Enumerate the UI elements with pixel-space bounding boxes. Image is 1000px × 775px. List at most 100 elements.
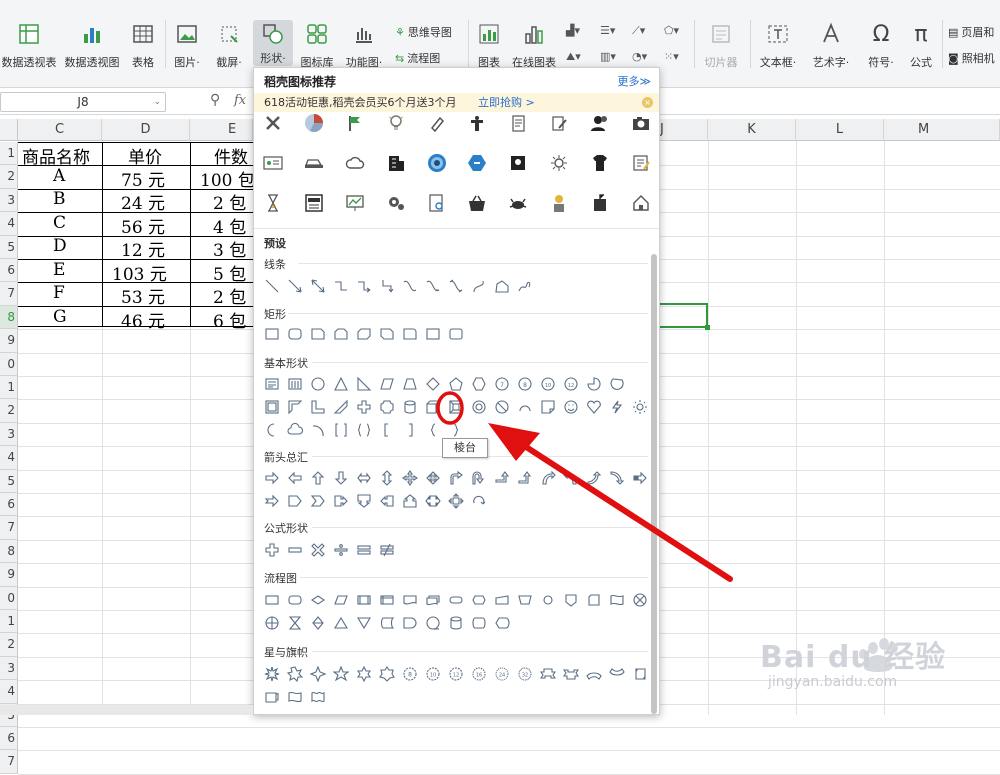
wordart-button[interactable]: 艺术字· (808, 0, 854, 70)
shape-uarrow-icon[interactable] (308, 468, 328, 488)
zoom-icon[interactable]: ⚲ (210, 92, 220, 108)
shape-elbow-icon[interactable] (331, 276, 351, 296)
shape-mnotequal-icon[interactable] (377, 540, 397, 560)
hourglass-icon[interactable] (262, 192, 284, 214)
id-card-icon[interactable] (262, 152, 284, 174)
shape-donut-icon[interactable] (469, 397, 489, 417)
shape-lrudarrow-icon[interactable] (423, 468, 443, 488)
shape-rect-icon[interactable] (262, 324, 282, 344)
flowchart-button[interactable]: ⇆ 流程图 (395, 50, 440, 66)
shape-snip2-icon[interactable] (331, 324, 351, 344)
shape-snipd-icon[interactable] (354, 324, 374, 344)
shape-doublebracket-icon[interactable] (331, 420, 351, 440)
shape-diagstripe-icon[interactable] (331, 397, 351, 417)
row-header[interactable]: 5 (0, 235, 18, 259)
shape-fdata-icon[interactable] (331, 590, 351, 610)
shape-darrow-icon[interactable] (331, 468, 351, 488)
shape-ellipse-icon[interactable] (308, 374, 328, 394)
shape-roundcorner-icon[interactable] (400, 324, 420, 344)
row-header[interactable]: 6 (0, 259, 18, 283)
shape-freeform-shape-icon[interactable] (492, 276, 512, 296)
shape-for-icon[interactable] (262, 613, 282, 633)
crab-icon[interactable] (507, 192, 529, 214)
shape-fdoc-icon[interactable] (400, 590, 420, 610)
more-link[interactable]: 更多≫ (617, 73, 651, 89)
document-search-icon[interactable] (426, 192, 448, 214)
target-icon[interactable] (426, 152, 448, 174)
shape-fseqaccess-icon[interactable] (423, 613, 443, 633)
shape-udarrow-icon[interactable] (377, 468, 397, 488)
shape-rightbracket-icon[interactable] (400, 420, 420, 440)
row-header[interactable]: 4 (0, 680, 18, 704)
shape-lrcallout-icon[interactable] (423, 491, 443, 511)
promo-link[interactable]: 立即抢购 > (478, 96, 535, 109)
symbol-button[interactable]: Ω 符号· (862, 0, 900, 70)
pivot-chart-button[interactable]: 数据透视图 (63, 0, 121, 70)
shape-elbow-arrow-icon[interactable] (354, 276, 374, 296)
shape-star5-icon[interactable] (331, 664, 351, 684)
shape-cloud-icon[interactable] (285, 420, 305, 440)
lightbulb-icon[interactable] (385, 112, 407, 134)
shape-burst2-icon[interactable] (285, 664, 305, 684)
shape-fmanual-icon[interactable] (492, 590, 512, 610)
row-header[interactable]: 1 (0, 142, 18, 166)
online-chart-button[interactable]: 在线图表 (510, 0, 558, 70)
textbox-button[interactable]: 文本框· (756, 0, 800, 70)
shape-bentarrow-icon[interactable] (446, 468, 466, 488)
shape-trapezoid-icon[interactable] (400, 374, 420, 394)
shape-fprocess-icon[interactable] (262, 590, 282, 610)
shape-line-double-arrow-icon[interactable] (308, 276, 328, 296)
shape-fprep-icon[interactable] (469, 590, 489, 610)
column-header-e[interactable]: E (190, 119, 253, 141)
shape-lshape-icon[interactable] (308, 397, 328, 417)
shape-curve-double-icon[interactable] (446, 276, 466, 296)
sun-gear-icon[interactable] (548, 152, 570, 174)
shape-star7-icon[interactable] (377, 664, 397, 684)
shape-fpunched-icon[interactable] (607, 590, 627, 610)
shape-ellribbonup-icon[interactable] (584, 664, 604, 684)
row-header[interactable]: 7 (0, 282, 18, 306)
function-chart-button[interactable]: 功能图· (342, 0, 386, 70)
fx-label[interactable]: fx (234, 93, 246, 108)
row-header[interactable]: 0 (0, 586, 18, 610)
column-header-c[interactable]: C (18, 119, 102, 141)
shape-fdecision-icon[interactable] (308, 590, 328, 610)
picture-button[interactable]: 图片· (170, 0, 204, 70)
shape-wave-icon[interactable] (285, 687, 305, 707)
row-header[interactable]: 2 (0, 165, 18, 189)
slicer-button[interactable]: 切片器 (700, 0, 742, 70)
shape-snip1-icon[interactable] (308, 324, 328, 344)
flag-icon[interactable] (344, 112, 366, 134)
shape-star4-icon[interactable] (308, 664, 328, 684)
shape-lcallout-icon[interactable] (377, 491, 397, 511)
icon-library-button[interactable]: 图标库 (299, 0, 335, 70)
shape-pie-icon[interactable] (584, 374, 604, 394)
shape-hscroll-icon[interactable] (262, 687, 282, 707)
shape-star10-icon[interactable]: 10 (423, 664, 443, 684)
stock-chart-menu[interactable]: ▥▾ (600, 50, 616, 63)
shape-vscroll-icon[interactable] (630, 664, 650, 684)
shape-fmagdisk-icon[interactable] (446, 613, 466, 633)
row-header[interactable]: 6 (0, 493, 18, 517)
fill-handle[interactable] (705, 325, 710, 330)
podium-icon[interactable] (466, 112, 488, 134)
shape-fcard-icon[interactable] (584, 590, 604, 610)
sheet-tabs-bar[interactable] (0, 705, 253, 715)
row-header[interactable]: 9 (0, 563, 18, 587)
shape-mequal-icon[interactable] (354, 540, 374, 560)
shape-fstored-icon[interactable] (377, 613, 397, 633)
column-header-k[interactable]: K (708, 119, 796, 141)
promo-banner[interactable]: 618活动钜惠,稻壳会员买6个月送3个月 立即抢购 > × (254, 93, 659, 112)
shape-quadarrow-icon[interactable] (400, 468, 420, 488)
row-header[interactable]: 8 (0, 539, 18, 564)
row-header[interactable]: 3 (0, 656, 18, 681)
shape-chord-icon[interactable] (607, 374, 627, 394)
shape-mminus-icon[interactable] (285, 540, 305, 560)
shape-foffpage-icon[interactable] (561, 590, 581, 610)
row-header[interactable]: 4 (0, 446, 18, 470)
tools-icon[interactable] (262, 112, 284, 134)
pie-icon[interactable] (303, 112, 325, 134)
shape-fdisplay-icon[interactable] (492, 613, 512, 633)
row-header[interactable]: 4 (0, 212, 18, 236)
shape-mdiv-icon[interactable] (331, 540, 351, 560)
